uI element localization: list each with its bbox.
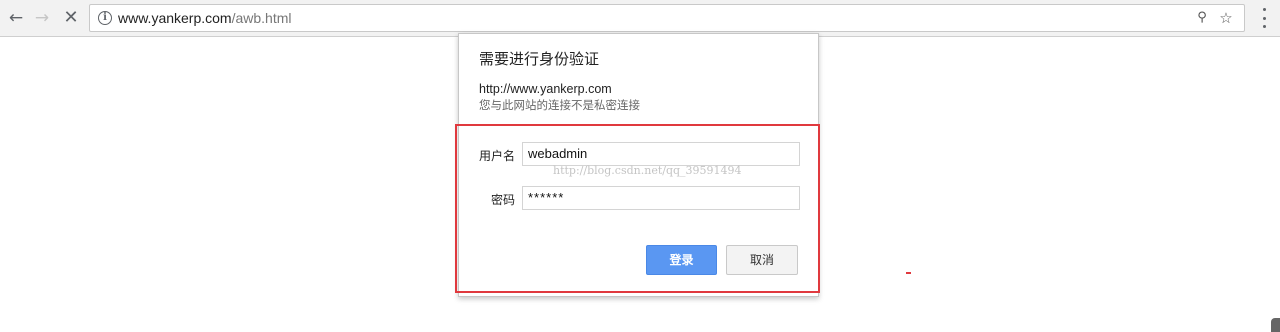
password-label: 密码 bbox=[490, 193, 515, 207]
key-icon[interactable]: ⚲ bbox=[1192, 8, 1212, 28]
dialog-title: 需要进行身份验证 bbox=[479, 50, 600, 68]
username-label: 用户名 bbox=[478, 149, 515, 163]
info-icon[interactable]: i bbox=[98, 11, 112, 25]
watermark-text: http://blog.csdn.net/qq_39591494 bbox=[553, 164, 742, 177]
url-host: www.yankerp.com bbox=[118, 10, 232, 26]
dialog-origin: http://www.yankerp.com bbox=[479, 82, 612, 96]
address-bar[interactable]: i www.yankerp.com/awb.html ⚲ ☆ bbox=[89, 4, 1245, 32]
corner-scroll-shape bbox=[1271, 318, 1280, 332]
dialog-description: 您与此网站的连接不是私密连接 bbox=[479, 98, 640, 112]
url-text[interactable]: www.yankerp.com/awb.html bbox=[118, 10, 292, 26]
username-input[interactable]: webadmin bbox=[522, 142, 800, 166]
back-arrow-icon[interactable]: ← bbox=[4, 6, 28, 30]
login-button[interactable]: 登录 bbox=[646, 245, 717, 275]
password-input[interactable]: ****** bbox=[522, 186, 800, 210]
auth-dialog: 需要进行身份验证 http://www.yankerp.com 您与此网站的连接… bbox=[455, 33, 820, 297]
stop-loading-icon[interactable]: ✕ bbox=[59, 6, 83, 30]
browser-toolbar: ← → ✕ i www.yankerp.com/awb.html ⚲ ☆ bbox=[0, 0, 1280, 37]
red-dash-mark bbox=[906, 272, 911, 274]
star-icon[interactable]: ☆ bbox=[1216, 8, 1236, 28]
url-path: /awb.html bbox=[231, 10, 292, 26]
kebab-menu-icon[interactable] bbox=[1257, 8, 1271, 28]
cancel-button[interactable]: 取消 bbox=[726, 245, 798, 275]
forward-arrow-icon[interactable]: → bbox=[30, 6, 54, 30]
